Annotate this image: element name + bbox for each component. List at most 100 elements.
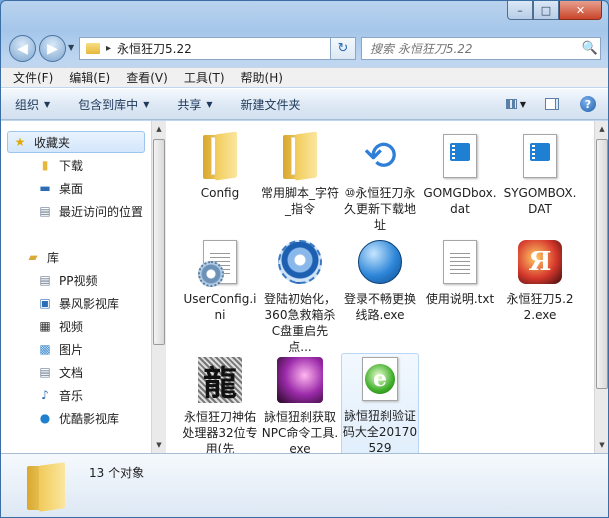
minimize-button[interactable]: – bbox=[507, 1, 533, 20]
file-item[interactable]: 使用说明.txt bbox=[421, 237, 499, 307]
menu-help[interactable]: 帮助(H) bbox=[235, 69, 289, 86]
scroll-up-icon[interactable]: ▲ bbox=[595, 121, 608, 137]
file-item-selected[interactable]: e 詠恒狃刹验证码大全20170529 bbox=[341, 353, 419, 453]
file-name: SYGOMBOX.DAT bbox=[503, 186, 577, 216]
file-item[interactable]: ⟲ ⑩永恒狂刀永久更新下载地址 bbox=[341, 131, 419, 233]
help-icon: ? bbox=[580, 96, 596, 112]
maximize-button[interactable]: □ bbox=[533, 1, 559, 20]
file-item[interactable]: 登录不畅更换线路.exe bbox=[341, 237, 419, 323]
documents-icon: ▤ bbox=[39, 365, 51, 379]
nav-library[interactable]: ▰ 库 bbox=[25, 246, 59, 268]
storm-video-icon: ▣ bbox=[39, 296, 51, 310]
file-name: 常用脚本_字符_指令 bbox=[261, 186, 340, 216]
file-item[interactable]: 登陆初始化，360急救箱杀C盘重启先点... bbox=[261, 237, 339, 355]
scroll-down-icon[interactable]: ▼ bbox=[152, 437, 166, 453]
files-scroll-thumb[interactable] bbox=[596, 139, 608, 389]
pp-video-icon: ▤ bbox=[39, 273, 51, 287]
address-path[interactable]: 永恒狂刀5.22 bbox=[117, 40, 340, 57]
game-logo-icon: Я bbox=[518, 240, 562, 284]
menu-file[interactable]: 文件(F) bbox=[7, 69, 59, 86]
explorer-window: – □ ✕ ◀ ▶ ▼ ▸ 永恒狂刀5.22 ▼ ↻ 🔍 文件(F) 编辑(E)… bbox=[0, 0, 609, 518]
file-item[interactable]: 常用脚本_字符_指令 bbox=[261, 131, 339, 217]
search-icon[interactable]: 🔍 bbox=[580, 41, 600, 56]
menu-view[interactable]: 查看(V) bbox=[120, 69, 174, 86]
include-library-label: 包含到库中 bbox=[78, 97, 139, 112]
refresh-button[interactable]: ↻ bbox=[330, 37, 356, 60]
caption-buttons: – □ ✕ bbox=[507, 1, 602, 21]
chevron-down-icon: ▼ bbox=[44, 99, 51, 109]
dat-file-icon bbox=[443, 134, 477, 178]
navigation-pane: ★ 收藏夹 ▮ 下载 ▬ 桌面 ▤ 最近访问的位置 ▰ 库 ▤ PP视频 ▣ 暴… bbox=[7, 121, 155, 453]
nav-storm-label: 暴风影视库 bbox=[59, 296, 120, 311]
swirl-app-icon bbox=[278, 240, 322, 284]
close-button[interactable]: ✕ bbox=[559, 1, 602, 20]
share-button[interactable]: 共享 ▼ bbox=[177, 96, 212, 113]
preview-pane-button[interactable] bbox=[542, 95, 562, 113]
address-bar[interactable]: ▸ 永恒狂刀5.22 ▼ bbox=[79, 37, 355, 60]
file-item[interactable]: UserConfig.ini bbox=[181, 237, 259, 323]
music-icon: ♪ bbox=[41, 388, 49, 402]
dat-file-icon bbox=[523, 134, 557, 178]
nav-scroll-thumb[interactable] bbox=[153, 139, 165, 345]
nav-music[interactable]: ♪ 音乐 bbox=[37, 384, 83, 406]
nav-desktop[interactable]: ▬ 桌面 bbox=[37, 177, 83, 199]
nav-library-label: 库 bbox=[47, 250, 60, 265]
nav-scrollbar[interactable]: ▲ ▼ bbox=[151, 121, 166, 453]
file-name: UserConfig.ini bbox=[183, 292, 257, 322]
file-name: 登录不畅更换线路.exe bbox=[343, 292, 416, 322]
nav-desktop-label: 桌面 bbox=[59, 181, 84, 196]
nav-pictures[interactable]: ▩ 图片 bbox=[37, 338, 83, 360]
chevron-right-icon[interactable]: ▸ bbox=[106, 43, 111, 54]
scroll-down-icon[interactable]: ▼ bbox=[595, 437, 608, 453]
file-name: 使用说明.txt bbox=[425, 292, 495, 306]
globe-app-icon bbox=[358, 240, 402, 284]
menu-edit[interactable]: 编辑(E) bbox=[63, 69, 116, 86]
file-name: 詠恒狃刹验证码大全20170529 bbox=[342, 409, 418, 453]
back-button[interactable]: ◀ bbox=[9, 35, 36, 62]
organize-button[interactable]: 组织 ▼ bbox=[15, 96, 50, 113]
chevron-down-icon: ▼ bbox=[519, 99, 526, 109]
file-item[interactable]: GOMGDbox.dat bbox=[421, 131, 499, 217]
include-library-button[interactable]: 包含到库中 ▼ bbox=[78, 96, 149, 113]
file-name: 永恒狂刀神佑处理器32位专用(先 bbox=[182, 410, 258, 453]
nav-pp-video-label: PP视频 bbox=[59, 273, 98, 288]
change-view-button[interactable]: ▼ bbox=[506, 95, 526, 113]
nav-favorites[interactable]: ★ 收藏夹 bbox=[7, 131, 145, 153]
pictures-icon: ▩ bbox=[39, 342, 51, 356]
file-name: GOMGDbox.dat bbox=[423, 186, 497, 216]
nav-download[interactable]: ▮ 下载 bbox=[37, 154, 83, 176]
search-input[interactable] bbox=[362, 41, 580, 56]
menu-tools[interactable]: 工具(T) bbox=[178, 69, 231, 86]
files-scrollbar[interactable]: ▲ ▼ bbox=[594, 121, 608, 453]
shortcut-arrows-icon: ⟲ bbox=[363, 133, 397, 179]
txt-file-icon bbox=[443, 240, 477, 284]
file-item[interactable]: Config bbox=[181, 131, 259, 201]
file-item[interactable]: 龍 永恒狂刀神佑处理器32位专用(先 bbox=[181, 355, 259, 453]
nav-pp-video[interactable]: ▤ PP视频 bbox=[37, 269, 97, 291]
folder-icon bbox=[86, 43, 100, 54]
nav-youku[interactable]: ● 优酷影视库 bbox=[37, 407, 119, 429]
help-button[interactable]: ? bbox=[578, 95, 598, 113]
file-item[interactable]: 詠恒狃刹获取NPC命令工具.exe bbox=[261, 355, 339, 453]
nav-documents-label: 文档 bbox=[59, 365, 84, 380]
nav-recent[interactable]: ▤ 最近访问的位置 bbox=[37, 200, 143, 222]
nav-documents[interactable]: ▤ 文档 bbox=[37, 361, 83, 383]
new-folder-label: 新建文件夹 bbox=[240, 97, 301, 112]
recent-pages-dropdown[interactable]: ▼ bbox=[68, 43, 74, 52]
arrow-right-icon: ▶ bbox=[47, 40, 58, 57]
chevron-down-icon: ▼ bbox=[206, 99, 213, 109]
file-item[interactable]: SYGOMBOX.DAT bbox=[501, 131, 579, 217]
forward-button[interactable]: ▶ bbox=[39, 35, 66, 62]
organize-label: 组织 bbox=[15, 97, 40, 112]
file-item[interactable]: Я 永恒狂刀5.22.exe bbox=[501, 237, 579, 323]
nav-video[interactable]: ▦ 视频 bbox=[37, 315, 83, 337]
chevron-down-icon: ▼ bbox=[143, 99, 150, 109]
search-box[interactable]: 🔍 bbox=[361, 37, 601, 60]
folder-icon bbox=[201, 131, 239, 181]
folder-icon bbox=[25, 462, 69, 512]
ini-file-icon bbox=[198, 240, 237, 287]
scroll-up-icon[interactable]: ▲ bbox=[152, 121, 166, 137]
new-folder-button[interactable]: 新建文件夹 bbox=[241, 96, 301, 113]
navigation-bar: ◀ ▶ ▼ ▸ 永恒狂刀5.22 ▼ ↻ 🔍 bbox=[1, 31, 608, 65]
nav-storm-video[interactable]: ▣ 暴风影视库 bbox=[37, 292, 119, 314]
